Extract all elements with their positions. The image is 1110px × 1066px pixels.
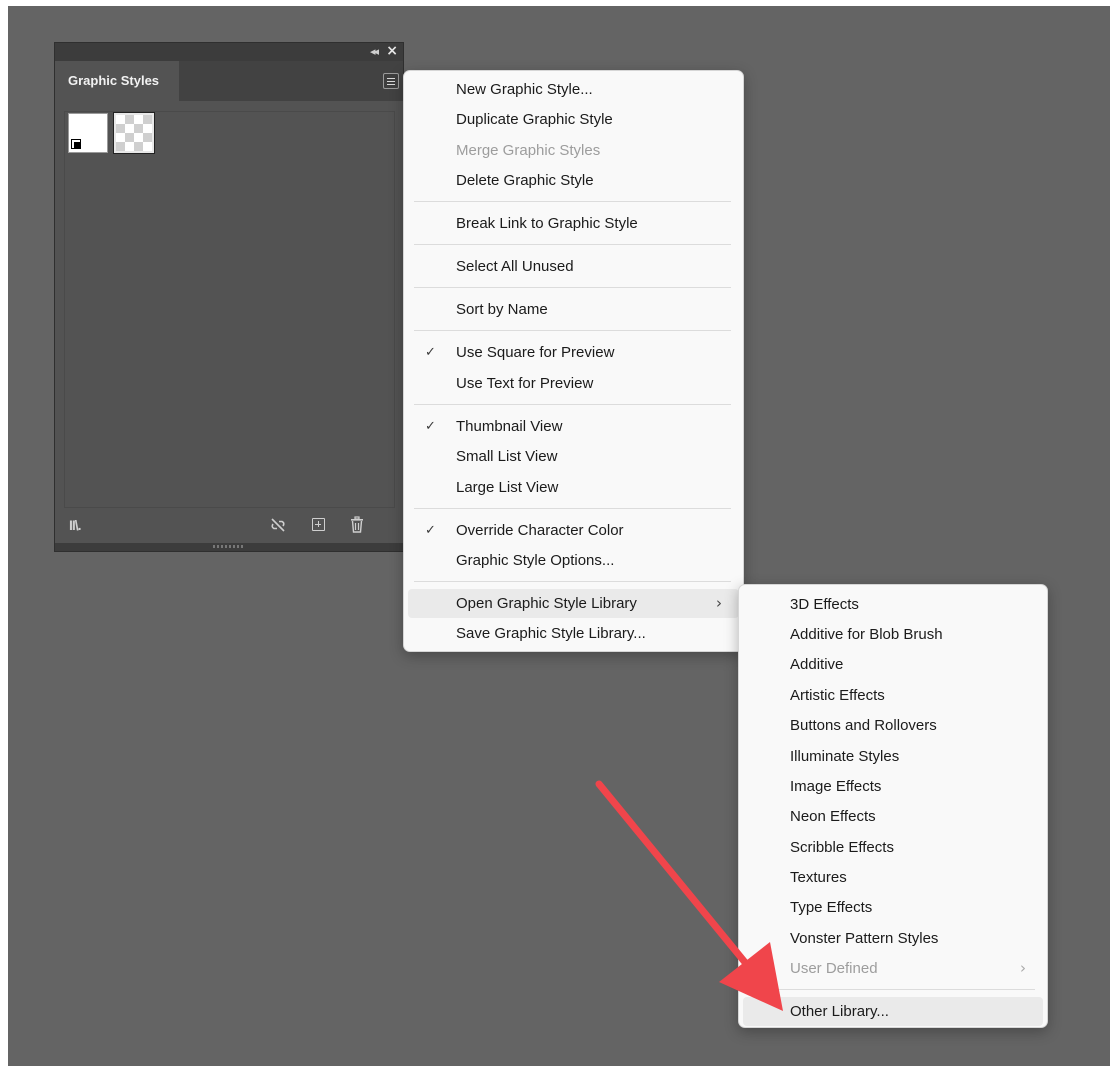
chevron-right-icon: › xyxy=(1020,959,1026,977)
menu-item-small-list-view[interactable]: Small List View xyxy=(408,442,739,471)
menu-item-override-character-color[interactable]: ✓ Override Character Color xyxy=(408,516,739,545)
menu-item-use-square-for-preview[interactable]: ✓ Use Square for Preview xyxy=(408,338,739,367)
panel-tab-bar: Graphic Styles xyxy=(55,61,403,101)
menu-item-large-list-view[interactable]: Large List View xyxy=(408,473,739,502)
menu-separator xyxy=(414,287,731,288)
break-link-icon[interactable] xyxy=(269,515,287,535)
menu-item-break-link[interactable]: Break Link to Graphic Style xyxy=(408,209,739,238)
library-item-user-defined: User Defined › xyxy=(743,954,1043,983)
menu-item-use-text-for-preview[interactable]: Use Text for Preview xyxy=(408,369,739,398)
close-icon[interactable]: × xyxy=(386,43,398,59)
panel-title-bar[interactable]: ◂◂ × xyxy=(55,43,403,61)
library-item-additive[interactable]: Additive xyxy=(743,650,1043,679)
graphic-style-library-submenu: 3D Effects Additive for Blob Brush Addit… xyxy=(738,584,1048,1028)
menu-separator xyxy=(749,989,1035,990)
checkmark-icon: ✓ xyxy=(425,345,436,360)
menu-item-save-graphic-style-library[interactable]: Save Graphic Style Library... xyxy=(408,619,739,648)
double-chevron-left-icon[interactable]: ◂◂ xyxy=(370,45,379,58)
graphic-style-libraries-icon[interactable]: II\. xyxy=(69,515,82,535)
menu-item-select-all-unused[interactable]: Select All Unused xyxy=(408,252,739,281)
library-item-neon-effects[interactable]: Neon Effects xyxy=(743,802,1043,831)
menu-separator xyxy=(414,508,731,509)
library-item-3d-effects[interactable]: 3D Effects xyxy=(743,590,1043,619)
menu-item-open-graphic-style-library[interactable]: Open Graphic Style Library › xyxy=(408,589,739,618)
library-item-illuminate-styles[interactable]: Illuminate Styles xyxy=(743,742,1043,771)
hamburger-menu-icon[interactable] xyxy=(383,73,399,89)
menu-item-merge-graphic-styles: Merge Graphic Styles xyxy=(456,142,601,159)
menu-item-delete-graphic-style[interactable]: Delete Graphic Style xyxy=(408,166,739,195)
library-item-vonster-pattern-styles[interactable]: Vonster Pattern Styles xyxy=(743,924,1043,953)
library-item-scribble-effects[interactable]: Scribble Effects xyxy=(743,833,1043,862)
menu-separator xyxy=(414,581,731,582)
panel-footer: II\. xyxy=(55,515,403,535)
menu-item-new-graphic-style[interactable]: New Graphic Style... xyxy=(408,75,739,104)
checkmark-icon: ✓ xyxy=(425,523,436,538)
menu-separator xyxy=(414,404,731,405)
library-item-artistic-effects[interactable]: Artistic Effects xyxy=(743,681,1043,710)
library-item-type-effects[interactable]: Type Effects xyxy=(743,893,1043,922)
graphic-styles-panel: ◂◂ × Graphic Styles II\. xyxy=(54,42,404,552)
menu-separator xyxy=(414,244,731,245)
transparent-style-swatch[interactable] xyxy=(113,112,155,154)
menu-item-sort-by-name[interactable]: Sort by Name xyxy=(408,295,739,324)
styles-thumbnail-area xyxy=(64,111,395,508)
menu-item-thumbnail-view[interactable]: ✓ Thumbnail View xyxy=(408,412,739,441)
library-item-other-library[interactable]: Other Library... xyxy=(743,997,1043,1026)
checkmark-icon: ✓ xyxy=(425,419,436,434)
trash-icon[interactable] xyxy=(349,515,365,535)
resize-grip-icon[interactable] xyxy=(213,545,243,548)
chevron-right-icon: › xyxy=(716,594,722,612)
default-style-badge-icon xyxy=(71,139,81,149)
tab-graphic-styles[interactable]: Graphic Styles xyxy=(55,61,179,101)
library-item-buttons-and-rollovers[interactable]: Buttons and Rollovers xyxy=(743,711,1043,740)
panel-flyout-menu: New Graphic Style... Duplicate Graphic S… xyxy=(403,70,744,652)
new-graphic-style-icon[interactable] xyxy=(312,518,325,531)
menu-separator xyxy=(414,201,731,202)
menu-separator xyxy=(414,330,731,331)
library-item-image-effects[interactable]: Image Effects xyxy=(743,772,1043,801)
panel-resize-bar[interactable] xyxy=(55,543,403,551)
menu-item-graphic-style-options[interactable]: Graphic Style Options... xyxy=(408,546,739,575)
library-item-textures[interactable]: Textures xyxy=(743,863,1043,892)
library-item-additive-for-blob-brush[interactable]: Additive for Blob Brush xyxy=(743,620,1043,649)
default-style-swatch[interactable] xyxy=(68,113,108,153)
menu-item-duplicate-graphic-style[interactable]: Duplicate Graphic Style xyxy=(408,105,739,134)
